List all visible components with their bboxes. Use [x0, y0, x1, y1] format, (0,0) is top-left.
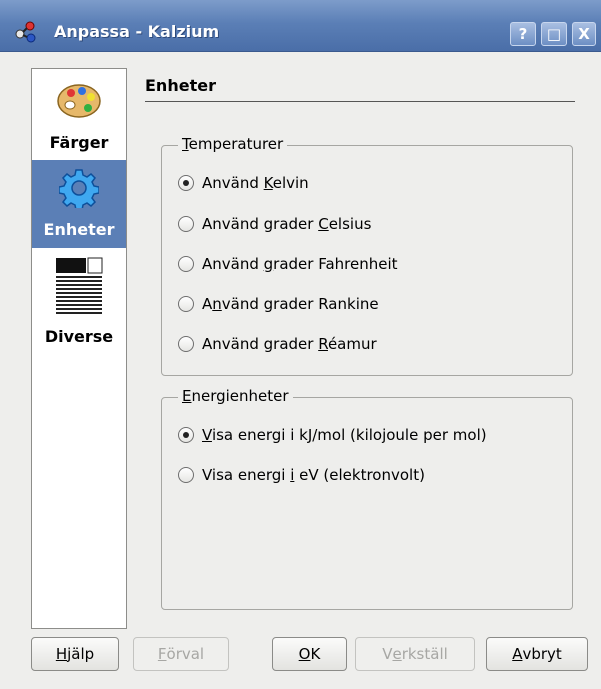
radio-indicator[interactable] [178, 336, 194, 352]
rankine-radio[interactable]: Använd grader Rankine [178, 293, 379, 315]
kalzium-app-icon[interactable] [14, 20, 38, 44]
palette-icon [57, 84, 101, 118]
radio-label: Använd grader Réamur [202, 335, 377, 353]
title-bar[interactable]: Anpassa - Kalzium ? □ X [0, 0, 601, 52]
page-title: Enheter [145, 76, 216, 95]
radio-label: Använd Kelvin [202, 174, 309, 192]
page-icon-list: Färger Enheter Diverse [31, 68, 127, 629]
window-title: Anpassa - Kalzium [54, 22, 220, 41]
reaumur-radio[interactable]: Använd grader Réamur [178, 333, 377, 355]
defaults-button[interactable]: Förval [133, 637, 229, 671]
sidebar-item-label: Diverse [44, 327, 114, 346]
energy-groupbox: Energienheter Visa energi i kJ/mol (kilo… [161, 387, 573, 610]
groupbox-title: Temperaturer [178, 135, 288, 153]
gear-icon [59, 169, 99, 208]
sidebar-item-diverse[interactable]: Diverse [32, 249, 126, 346]
radio-label: Använd grader Fahrenheit [202, 255, 398, 273]
radio-label: Använd grader Celsius [202, 215, 372, 233]
groupbox-title: Energienheter [178, 387, 293, 405]
ev-radio[interactable]: Visa energi i eV (elektronvolt) [178, 464, 425, 486]
radio-indicator[interactable] [178, 467, 194, 483]
temperature-groupbox: Temperaturer Använd Kelvin Använd grader… [161, 135, 573, 376]
cancel-button[interactable]: Avbryt [486, 637, 588, 671]
kjmol-radio[interactable]: Visa energi i kJ/mol (kilojoule per mol) [178, 424, 487, 446]
radio-indicator[interactable] [178, 175, 194, 191]
dialog-window: Anpassa - Kalzium ? □ X Färger Enheter D… [0, 0, 601, 689]
ok-button[interactable]: OK [272, 637, 347, 671]
sidebar-item-label: Enheter [43, 220, 115, 239]
close-button[interactable]: X [572, 22, 596, 46]
radio-indicator[interactable] [178, 216, 194, 232]
radio-indicator[interactable] [178, 427, 194, 443]
title-divider [145, 101, 575, 102]
radio-label: Använd grader Rankine [202, 295, 379, 313]
sidebar-item-label: Färger [49, 133, 109, 152]
document-lines-icon [56, 257, 103, 314]
kelvin-radio[interactable]: Använd Kelvin [178, 172, 309, 194]
help-button[interactable]: Hjälp [31, 637, 119, 671]
maximize-button[interactable]: □ [541, 22, 567, 46]
apply-button[interactable]: Ve rkställ [355, 637, 475, 671]
celsius-radio[interactable]: Använd grader Celsius [178, 213, 371, 235]
help-title-button[interactable]: ? [510, 22, 536, 46]
radio-indicator[interactable] [178, 296, 194, 312]
radio-label: Visa energi i kJ/mol (kilojoule per mol) [202, 426, 487, 444]
radio-label: Visa energi i eV (elektronvolt) [202, 466, 425, 484]
fahrenheit-radio[interactable]: Använd grader Fahrenheit [178, 253, 398, 275]
sidebar-item-farger[interactable]: Färger [32, 69, 126, 159]
sidebar-item-enheter[interactable]: Enheter [32, 160, 126, 248]
radio-indicator[interactable] [178, 256, 194, 272]
